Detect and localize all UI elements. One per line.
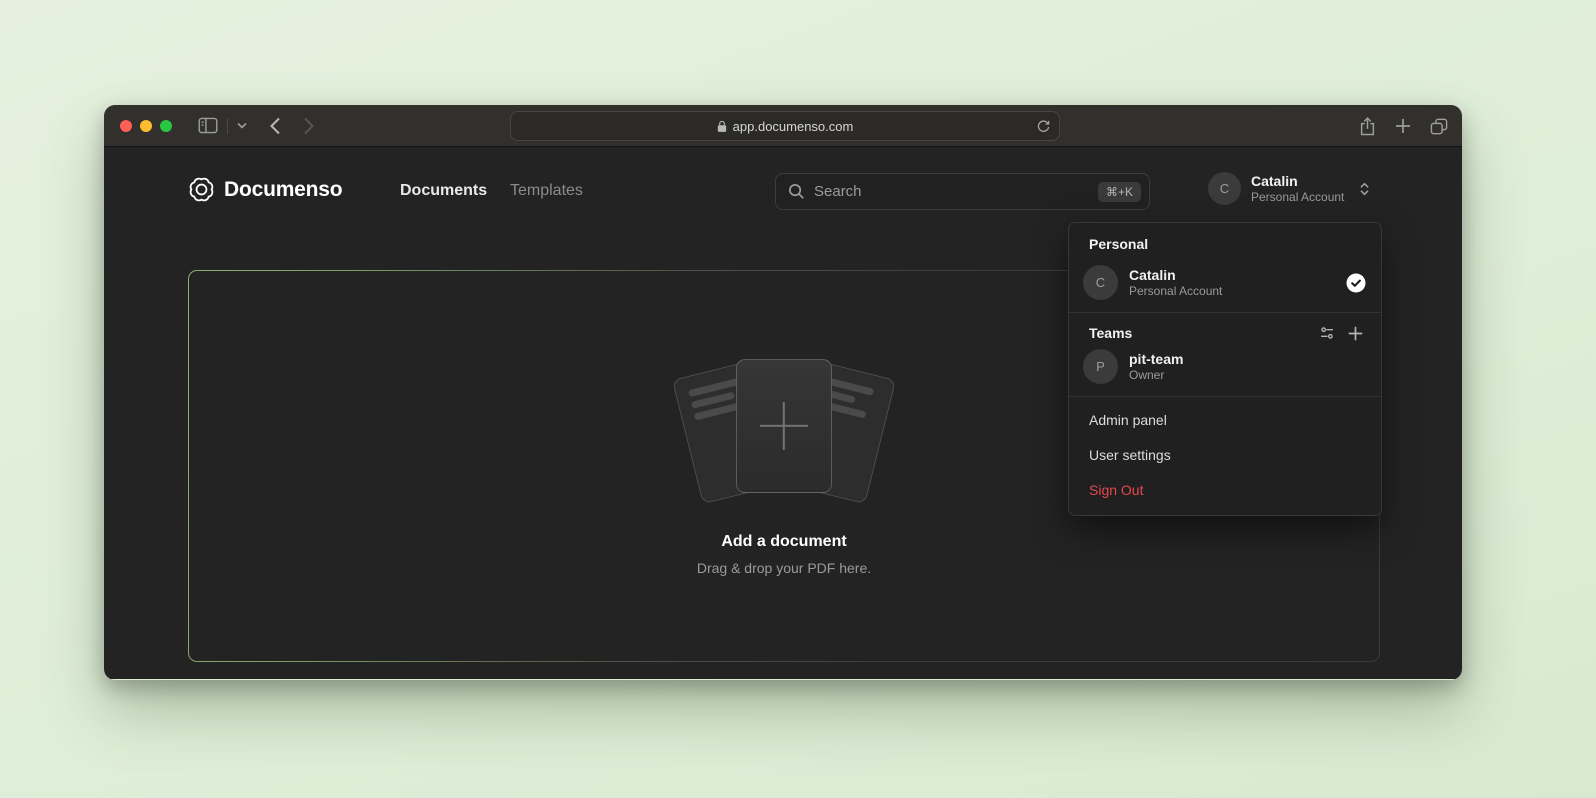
team-settings-icon[interactable] (1319, 325, 1335, 341)
app-page: Documenso Documents Templates Search ⌘+K… (104, 147, 1462, 679)
toolbar-divider (227, 118, 228, 134)
menu-item-sign-out[interactable]: Sign Out (1069, 472, 1381, 507)
search-shortcut-badge: ⌘+K (1098, 182, 1141, 202)
up-down-chevrons-icon (1358, 181, 1371, 197)
back-button-icon[interactable] (269, 117, 281, 135)
account-type: Personal Account (1251, 190, 1344, 205)
nav-link-documents[interactable]: Documents (400, 182, 487, 200)
plus-icon (783, 402, 785, 450)
avatar: C (1083, 265, 1118, 300)
address-bar[interactable]: app.documenso.com (510, 111, 1060, 141)
menu-divider (1069, 312, 1381, 313)
forward-button-icon[interactable] (303, 117, 315, 135)
personal-section-label: Personal (1069, 223, 1381, 261)
team-item[interactable]: P pit-team Owner (1069, 345, 1381, 391)
share-icon[interactable] (1359, 117, 1376, 136)
zoom-window-button[interactable] (160, 120, 172, 132)
reload-icon[interactable] (1037, 119, 1050, 133)
team-role: Owner (1129, 368, 1183, 383)
close-window-button[interactable] (120, 120, 132, 132)
documenso-logo-icon (188, 176, 215, 203)
browser-window: app.documenso.com (104, 105, 1462, 680)
search-input[interactable]: Search ⌘+K (775, 173, 1150, 210)
url-text: app.documenso.com (733, 119, 854, 134)
check-circle-icon (1346, 273, 1366, 293)
tab-overview-icon[interactable] (1430, 118, 1448, 135)
avatar: P (1083, 349, 1118, 384)
avatar: C (1208, 172, 1241, 205)
account-menu-trigger[interactable]: C Catalin Personal Account (1208, 172, 1371, 205)
account-name: Catalin (1251, 173, 1344, 190)
dropzone-subtitle: Drag & drop your PDF here. (697, 560, 871, 576)
add-team-icon[interactable] (1348, 326, 1363, 341)
browser-toolbar: app.documenso.com (104, 105, 1462, 147)
add-document-card (736, 359, 832, 493)
team-name: pit-team (1129, 351, 1183, 368)
toolbar-right-actions (1359, 105, 1448, 147)
nav-link-templates[interactable]: Templates (510, 182, 583, 200)
account-name: Catalin (1129, 267, 1222, 284)
window-controls (104, 120, 172, 132)
lock-icon (717, 120, 727, 133)
dropzone-title: Add a document (721, 533, 846, 551)
account-menu: Personal C Catalin Personal Account Team… (1068, 222, 1382, 516)
minimize-window-button[interactable] (140, 120, 152, 132)
menu-divider (1069, 396, 1381, 397)
account-type: Personal Account (1129, 284, 1222, 299)
documents-illustration (676, 357, 892, 499)
menu-item-admin-panel[interactable]: Admin panel (1069, 402, 1381, 437)
new-tab-icon[interactable] (1395, 118, 1411, 134)
brand-name: Documenso (224, 178, 342, 202)
sidebar-toggle-icon[interactable] (198, 117, 218, 134)
teams-section-header: Teams (1069, 318, 1381, 345)
menu-item-user-settings[interactable]: User settings (1069, 437, 1381, 472)
personal-account-item[interactable]: C Catalin Personal Account (1069, 261, 1381, 307)
search-icon (788, 183, 805, 200)
brand[interactable]: Documenso (188, 176, 342, 203)
teams-section-label: Teams (1089, 325, 1132, 341)
toolbar-chevron-down-icon[interactable] (237, 122, 247, 129)
search-placeholder: Search (814, 183, 1089, 200)
